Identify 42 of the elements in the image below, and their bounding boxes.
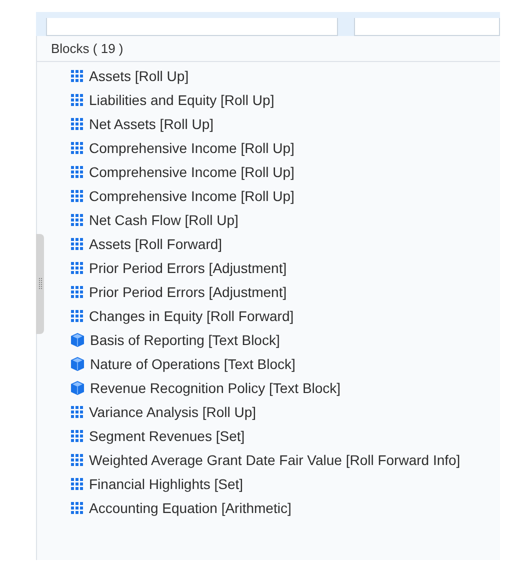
block-item[interactable]: Basis of Reporting [Text Block] [90, 330, 280, 350]
block-item[interactable]: Assets [Roll Up] [89, 66, 189, 86]
block-item[interactable]: Accounting Equation [Arithmetic] [89, 498, 292, 518]
block-item[interactable]: Financial Highlights [Set] [89, 474, 244, 494]
grid-icon [71, 310, 83, 322]
grid-icon [71, 190, 83, 202]
cube-icon [71, 357, 84, 371]
grid-icon [71, 286, 83, 298]
block-item[interactable]: Prior Period Errors [Adjustment] [89, 258, 287, 278]
block-item[interactable]: Revenue Recognition Policy [Text Block] [90, 378, 341, 398]
cube-icon [71, 333, 84, 347]
grid-icon [71, 214, 83, 226]
block-item[interactable]: Net Cash Flow [Roll Up] [89, 210, 238, 230]
block-item[interactable]: Comprehensive Income [Roll Up] [89, 138, 294, 158]
grid-icon [71, 70, 83, 82]
block-item[interactable]: Comprehensive Income [Roll Up] [89, 162, 294, 182]
tab[interactable] [46, 18, 338, 36]
grid-icon [71, 94, 83, 106]
tab[interactable] [354, 18, 500, 36]
block-item[interactable]: Liabilities and Equity [Roll Up] [89, 90, 274, 110]
grid-icon [71, 454, 83, 466]
block-item[interactable]: Changes in Equity [Roll Forward] [89, 306, 294, 326]
block-item[interactable]: Prior Period Errors [Adjustment] [89, 282, 287, 302]
grid-icon [71, 166, 83, 178]
resize-handle[interactable] [36, 234, 44, 334]
panel-title: Blocks ( 19 ) [51, 40, 124, 58]
grid-icon [71, 502, 83, 514]
block-item[interactable]: Net Assets [Roll Up] [89, 114, 214, 134]
cube-icon [71, 381, 84, 395]
grid-icon [71, 262, 83, 274]
grid-icon [71, 478, 83, 490]
grid-icon [71, 238, 83, 250]
block-item[interactable]: Variance Analysis [Roll Up] [89, 402, 256, 422]
grid-icon [71, 118, 83, 130]
grid-icon [71, 406, 83, 418]
block-item[interactable]: Weighted Average Grant Date Fair Value [Roll Forward Info] [89, 450, 460, 470]
block-item[interactable]: Nature of Operations [Text Block] [90, 354, 296, 374]
grid-icon [71, 142, 83, 154]
block-item[interactable]: Segment Revenues [Set] [89, 426, 245, 446]
block-item[interactable]: Comprehensive Income [Roll Up] [89, 186, 294, 206]
grid-icon [71, 430, 83, 442]
block-item[interactable]: Assets [Roll Forward] [89, 234, 222, 254]
